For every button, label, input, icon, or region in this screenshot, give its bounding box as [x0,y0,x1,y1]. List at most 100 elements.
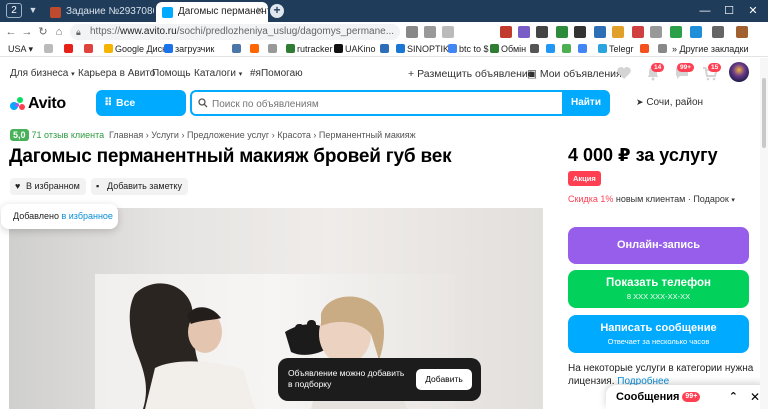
bookmark-usa[interactable]: USA ▾ [8,42,33,56]
all-categories-button[interactable]: ⠿ Все категории [96,90,186,135]
scrollbar-thumb[interactable] [762,78,766,148]
messenger-panel[interactable]: Сообщения 99+ ⌃ ✕ [606,385,768,409]
bookmark-8[interactable] [268,42,279,56]
breadcrumb: Главная › Услуги › Предложение услуг › К… [109,130,416,140]
extension-icon[interactable] [536,26,548,38]
bookmark-sinoptik[interactable]: SINOPTIK [396,42,449,56]
show-phone-button[interactable]: Показать телефон 8 XXX XXX-XX-XX [568,270,749,308]
heart-icon[interactable] [616,66,632,80]
bookmark-3[interactable] [84,42,95,56]
maximize-icon[interactable]: ☐ [718,2,740,20]
extension-icon[interactable] [424,26,436,38]
url-field[interactable]: 🔒︎ https://www.avito.ru/sochi/predlozheni… [70,24,400,40]
extension-icon[interactable] [500,26,512,38]
bookmark-loader[interactable]: загрузчик [164,42,214,56]
browser-tab-bar: 2 ▼ Задание №2937086 - про Дагомыс перма… [0,0,768,22]
page-title: Дагомыс перманентный макияж бровей губ в… [9,146,452,167]
messenger-badge: 99+ [682,392,701,402]
scrollbar[interactable] [760,58,768,409]
add-note-button[interactable]: ▪ Добавить заметку [91,178,188,195]
extension-icon[interactable] [736,26,748,38]
chevron-down-icon: ▾ [71,71,75,78]
other-bookmarks[interactable]: » Другие закладки [672,42,748,56]
breadcrumb-item[interactable]: Главная [109,130,143,140]
discount-info[interactable]: Скидка 1% новым клиентам · Подарок ▾ [568,194,735,204]
extension-icon[interactable] [574,26,586,38]
extension-icon[interactable] [406,26,418,38]
forward-icon[interactable]: → [20,25,34,39]
download-icon[interactable] [670,26,682,38]
avatar[interactable] [729,62,749,82]
extension-icon[interactable] [690,26,702,38]
link-career[interactable]: Карьера в Авито [78,68,155,79]
new-tab-button[interactable]: + [270,4,284,18]
link-catalogs[interactable]: Каталоги ▾ [194,68,242,79]
seller-rating[interactable]: 5,0 71 отзыв клиента [10,129,104,141]
favorite-button[interactable]: ♥ В избранном [10,178,86,195]
url-path: /sochi/predlozheniya_uslug/dagomys_perma… [176,26,395,37]
close-window-icon[interactable]: ✕ [742,2,764,20]
chevron-up-icon[interactable]: ⌃ [729,385,738,409]
bookmark-google-drive[interactable]: Google Диск [104,42,166,56]
link-i-help[interactable]: #яПомогаю [250,68,303,79]
bookmark-vk[interactable] [232,42,243,56]
breadcrumb-item[interactable]: Перманентный макияж [319,130,416,140]
bookmark-label: Другие закладки [679,44,749,54]
bookmark-20[interactable] [640,42,651,56]
search-input[interactable] [212,96,542,112]
breadcrumb-item[interactable]: Предложение услуг [187,130,269,140]
extension-icon[interactable] [612,26,624,38]
tab-label: Дагомыс перманентны [178,6,268,17]
bookmark-16[interactable] [546,42,557,56]
plus-icon: + [408,68,415,80]
chevron-down-icon: ▾ [731,197,735,204]
extension-icon[interactable] [632,26,644,38]
chevron-down-icon[interactable]: ▼ [26,3,40,18]
back-icon[interactable]: ← [4,25,18,39]
bookmark-label: rutracker [297,44,333,54]
phone-masked: 8 XXX XXX-XX-XX [626,292,691,301]
tab-avito[interactable]: Дагомыс перманентны ✕ [156,2,268,22]
my-ads-label: Мои объявления [539,68,622,80]
bookmark-btc[interactable]: btc to $ [448,42,489,56]
extension-icon[interactable] [556,26,568,38]
bookmark-telegram[interactable]: Telegr [598,42,634,56]
extension-icon[interactable] [518,26,530,38]
tooltip-link[interactable]: в избранное [61,211,112,221]
bookmark-7[interactable] [250,42,261,56]
reload-icon[interactable]: ↻ [36,25,50,39]
bookmark-21[interactable] [658,42,669,56]
close-icon[interactable]: ✕ [750,385,760,409]
search-button[interactable]: Найти [562,90,610,116]
menu-icon[interactable] [712,26,724,38]
my-ads-link[interactable]: ▣ Мои объявления [527,68,622,80]
bookmark-label: Google Диск [115,44,167,54]
bookmark-uakino[interactable]: UAKino [334,42,376,56]
online-booking-button[interactable]: Онлайн-запись [568,227,749,264]
tab-task[interactable]: Задание №2937086 - про [44,2,154,22]
star-icon[interactable] [442,26,454,38]
minimize-icon[interactable]: — [694,2,716,20]
page-content: Для бизнеса ▾ Карьера в Авито Помощь Кат… [0,58,768,409]
tab-counter[interactable]: 2 [6,3,22,18]
post-ad-link[interactable]: + Размещить объявление [408,68,534,80]
link-business[interactable]: Для бизнеса ▾ [10,68,75,79]
bookmark-11[interactable] [380,42,391,56]
write-message-button[interactable]: Написать сообщение Отвечает за несколько… [568,315,749,353]
home-icon[interactable]: ⌂ [52,25,66,39]
extension-icon[interactable] [650,26,662,38]
breadcrumb-item[interactable]: Красота [277,130,311,140]
toast-add-button[interactable]: Добавить [416,369,472,390]
bookmark-1[interactable] [44,42,55,56]
extension-icon[interactable] [594,26,606,38]
breadcrumb-item[interactable]: Услуги [151,130,179,140]
bookmark-rutracker[interactable]: rutracker [286,42,333,56]
link-help[interactable]: Помощь [152,68,191,79]
bookmark-18[interactable] [578,42,589,56]
bookmark-15[interactable] [530,42,541,56]
close-icon[interactable]: ✕ [256,2,264,22]
bookmark-2[interactable] [64,42,75,56]
bookmark-obmin[interactable]: Обмін [490,42,526,56]
bookmark-17[interactable] [562,42,573,56]
location-selector[interactable]: ➤ Сочи, район [636,97,703,108]
